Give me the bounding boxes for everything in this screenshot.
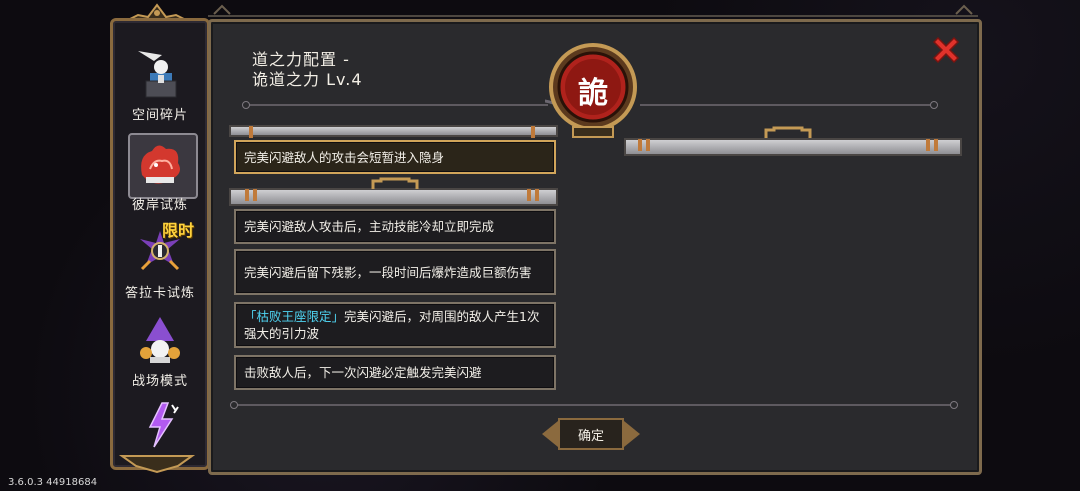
emblem-char: 詭 xyxy=(578,76,608,111)
mode-sidebar: 空间碎片 彼岸试炼 限时 答拉卡试炼 战场模式 xyxy=(110,18,210,470)
option-text: 完美闪避敌人攻击后，主动技能冷却立即完成 xyxy=(244,219,495,234)
close-icon[interactable] xyxy=(930,34,962,66)
dialog-title-line2: 诡道之力 Lv.4 xyxy=(252,70,363,89)
bar-clip-ornament xyxy=(371,177,419,189)
divider-dot xyxy=(242,101,250,109)
divider-dot xyxy=(950,401,958,409)
tier-bar xyxy=(624,138,962,156)
option-card[interactable]: 「枯败王座限定」完美闪避后，对周围的敌人产生1次强大的引力波 xyxy=(234,302,556,348)
bar-clip-ornament xyxy=(764,126,812,138)
option-card[interactable]: 完美闪避敌人攻击后，主动技能冷却立即完成 xyxy=(234,209,556,244)
sidebar-item-label: 战场模式 xyxy=(131,374,188,389)
sidebar-item-dalaka-trial[interactable]: 限时 答拉卡试炼 xyxy=(120,219,200,301)
limited-tag: 「枯败王座限定」 xyxy=(244,309,345,324)
selected-option-text: 完美闪避敌人的攻击会短暂进入隐身 xyxy=(244,149,445,165)
title-divider-left xyxy=(248,104,548,106)
dalaka-trial-icon xyxy=(140,231,180,271)
arrow-left-icon xyxy=(542,421,558,447)
sidebar-item-beyond-trial[interactable]: 彼岸试炼 xyxy=(120,131,200,213)
bottom-divider xyxy=(236,404,952,406)
option-text: 完美闪避后留下残影，一段时间后爆炸造成巨额伤害 xyxy=(244,264,532,280)
divider-dot xyxy=(930,101,938,109)
sidebar-item-battlefield[interactable]: 战场模式 xyxy=(120,307,200,389)
arrow-right-icon xyxy=(624,421,640,447)
panel-top-ornament xyxy=(208,4,978,17)
confirm-label: 确定 xyxy=(577,428,604,444)
sidebar-item-label: 空间碎片 xyxy=(131,108,188,123)
option-card[interactable]: 击败敌人后，下一次闪避必定触发完美闪避 xyxy=(234,355,556,390)
dialog-title-line1: 道之力配置 - xyxy=(252,50,350,69)
space-fragment-icon xyxy=(138,51,177,98)
version-label: 3.6.0.3 44918684 xyxy=(8,477,98,488)
option-text: 击败敌人后，下一次闪避必定触发完美闪避 xyxy=(244,365,482,380)
selected-option-card[interactable]: 完美闪避敌人的攻击会短暂进入隐身 xyxy=(234,140,556,174)
title-divider-right xyxy=(640,104,930,106)
sidebar-item-space-fragment[interactable]: 空间碎片 xyxy=(120,41,200,123)
divider-dot xyxy=(230,401,238,409)
lightning-icon xyxy=(148,402,179,448)
battlefield-icon xyxy=(140,317,180,363)
tier-bar xyxy=(229,125,558,138)
sidebar-foot-ornament xyxy=(118,455,196,474)
option-card[interactable]: 完美闪避后留下残影，一段时间后爆炸造成巨额伤害 xyxy=(234,249,556,295)
sidebar-item-label: 答拉卡试炼 xyxy=(124,286,195,301)
dialog-title: 道之力配置 - 诡道之力 Lv.4 xyxy=(252,50,363,90)
confirm-button[interactable]: 确定 xyxy=(540,415,642,453)
beyond-trial-icon xyxy=(141,145,180,184)
sidebar-item-label: 彼岸试炼 xyxy=(131,198,188,213)
